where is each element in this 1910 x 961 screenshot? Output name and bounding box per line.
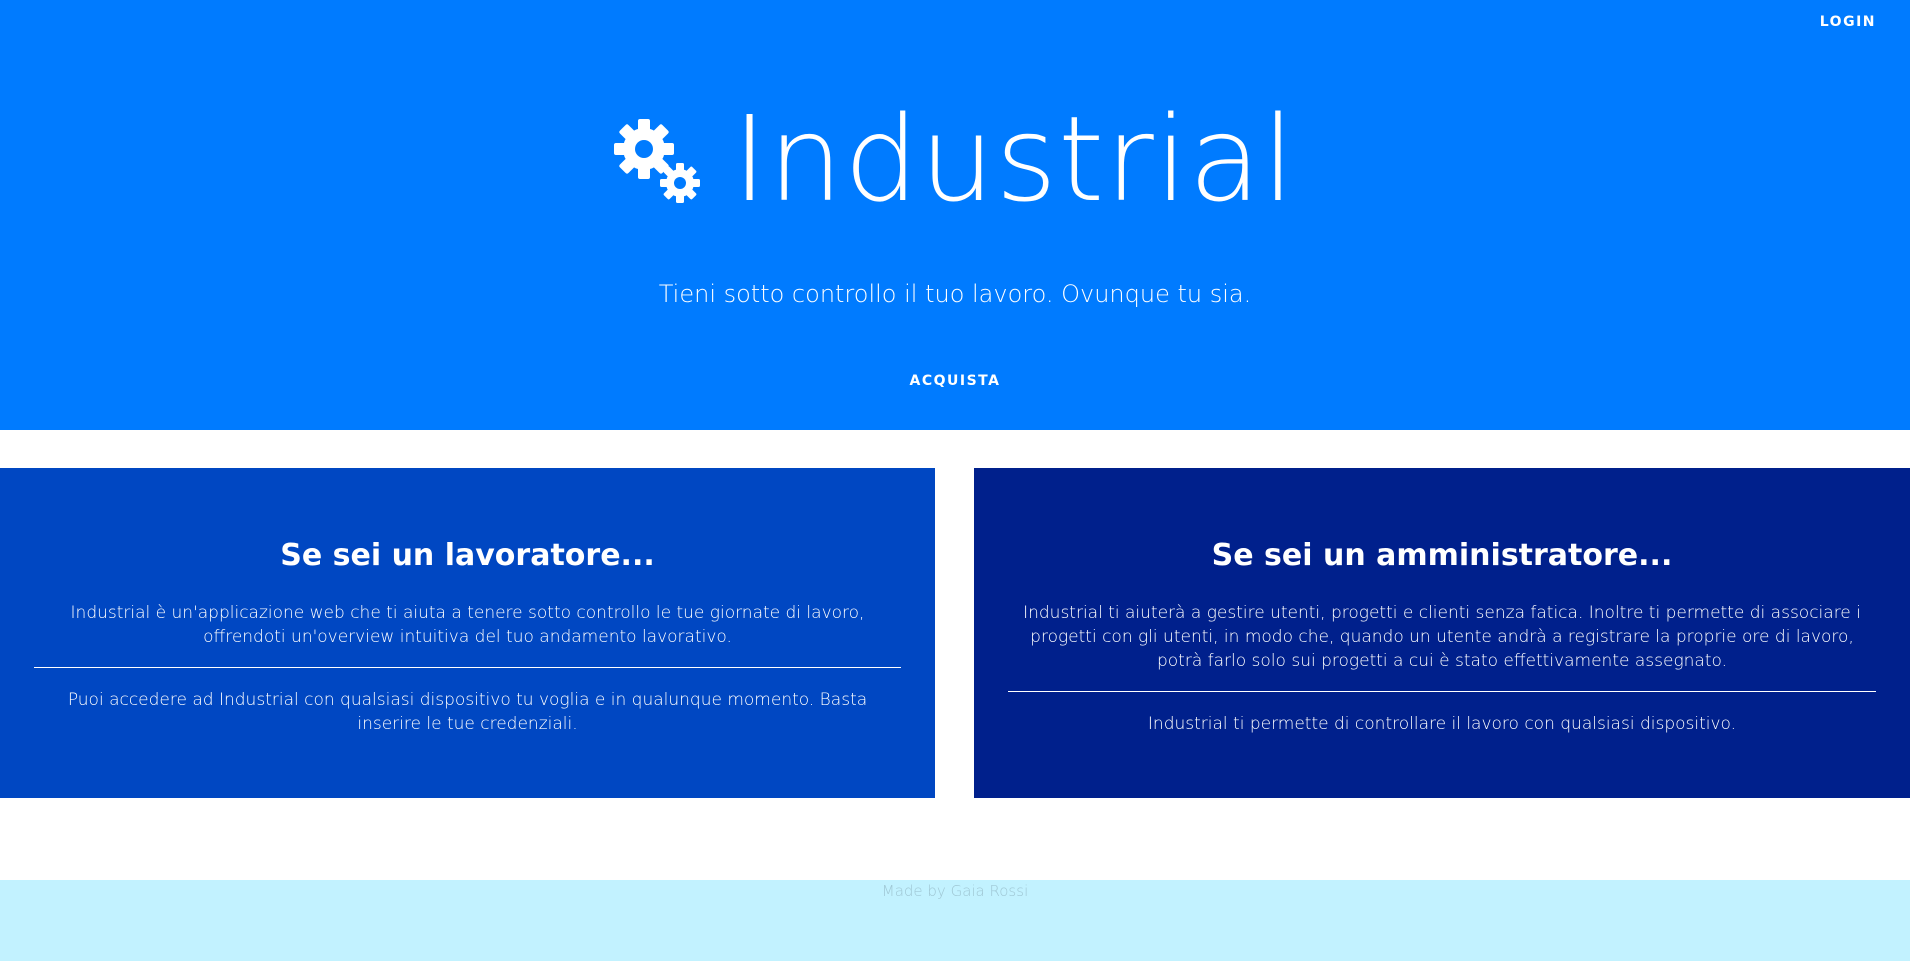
worker-card-divider	[34, 667, 901, 668]
login-link[interactable]: LOGIN	[1820, 14, 1876, 30]
admin-card-device-note: Industrial ti permette di controllare il…	[1147, 714, 1737, 734]
admin-card: Se sei un amministratore... Industrial t…	[974, 468, 1910, 798]
brand: Industrial	[0, 100, 1910, 218]
app-title: Industrial	[732, 90, 1296, 228]
admin-card-title: Se sei un amministratore...	[1211, 538, 1673, 573]
buy-button[interactable]: ACQUISTA	[880, 364, 1030, 398]
tagline: Tieni sotto controllo il tuo lavoro. Ovu…	[658, 280, 1252, 308]
gears-icon	[614, 119, 701, 203]
hero-section: LOGIN Industrial Tieni sotto controllo i…	[0, 0, 1910, 430]
footer-credit: Made by Gaia Rossi	[881, 882, 1029, 900]
footer: Made by Gaia Rossi	[0, 880, 1910, 961]
worker-card: Se sei un lavoratore... Industrial è un'…	[0, 468, 935, 798]
worker-card-title: Se sei un lavoratore...	[280, 538, 655, 573]
admin-card-description: Industrial ti aiuterà a gestire utenti, …	[1023, 603, 1861, 671]
admin-card-divider	[1008, 691, 1876, 692]
worker-card-access-note: Puoi accedere ad Industrial con qualsias…	[67, 690, 868, 734]
worker-card-description: Industrial è un'applicazione web che ti …	[70, 603, 865, 647]
